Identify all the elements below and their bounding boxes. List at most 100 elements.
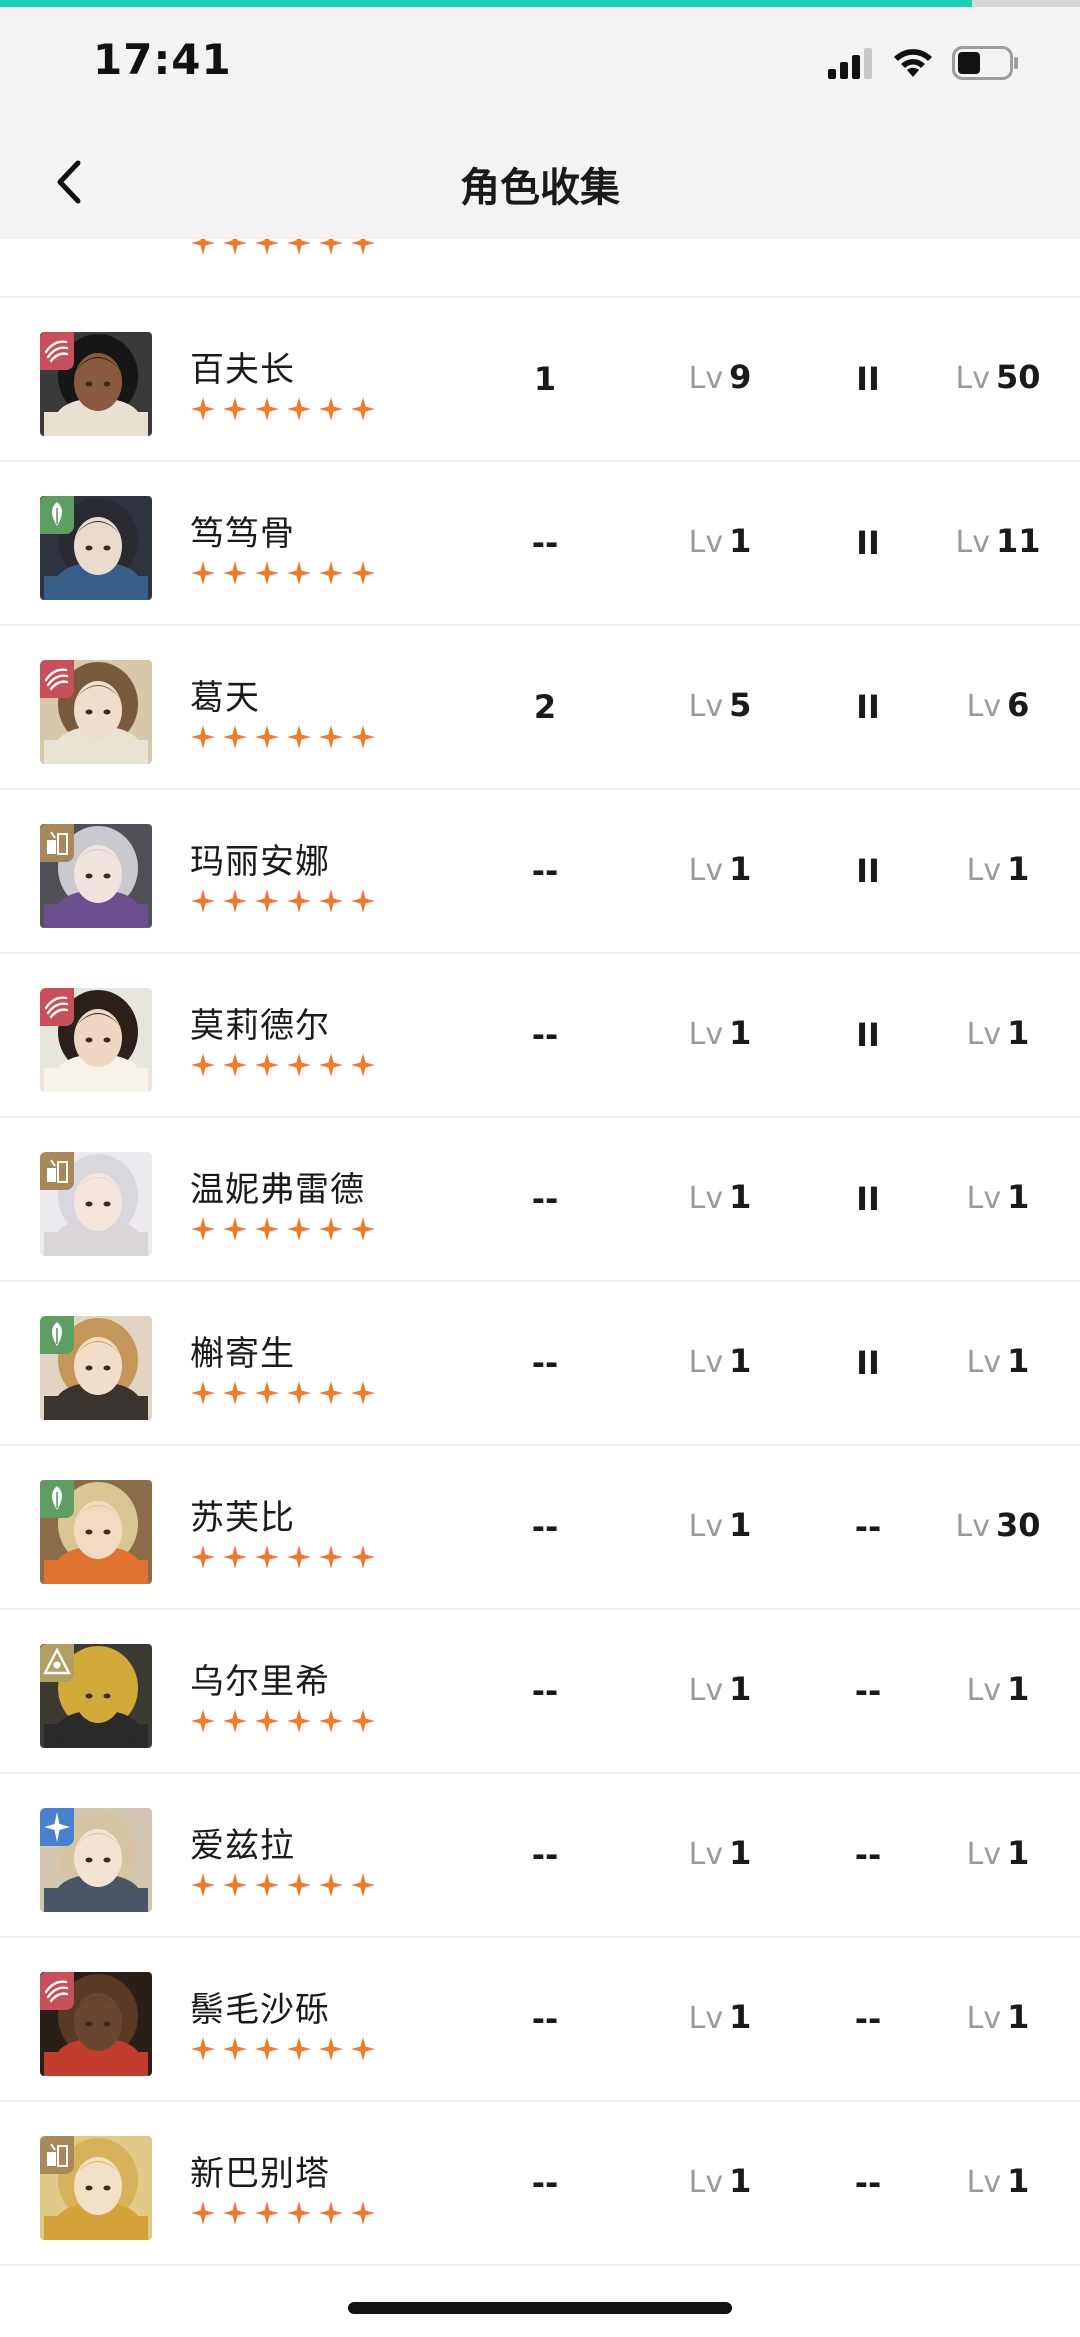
level-cell: Lv 1: [660, 2162, 780, 2200]
resonance-value: 30: [995, 1506, 1041, 1544]
rarity-star-icon: [223, 1217, 247, 1241]
character-row[interactable]: 温妮弗雷德 -- Lv 1 II Lv 1: [0, 1118, 1080, 1282]
rarity-star-icon: [319, 1545, 343, 1569]
character-row[interactable]: 莫莉德尔 -- Lv 1 II Lv 1: [0, 954, 1080, 1118]
rarity-star-icon: [191, 561, 215, 585]
insight-value: --: [854, 1836, 882, 1874]
rarity-stars: [190, 1708, 376, 1734]
rarity-star-icon: [255, 725, 279, 749]
rarity-star-icon: [191, 1873, 215, 1897]
character-portrait: [40, 660, 152, 764]
character-name: 玛丽安娜: [190, 842, 330, 882]
resonance-value: 6: [1007, 686, 1030, 724]
resonance-cell: Lv 1: [938, 2162, 1058, 2200]
resonance-cell: Lv 1: [938, 1670, 1058, 1708]
level-prefix: Lv: [688, 1345, 724, 1380]
character-list[interactable]: 百夫长 1 Lv 9 II Lv 50 笃笃骨 -- Lv 1 II Lv 11 葛天 2 Lv 5 II Lv 6 玛丽…: [0, 166, 1080, 2266]
mineral-element-icon: [47, 2143, 68, 2167]
character-row[interactable]: 槲寄生 -- Lv 1 II Lv 1: [0, 1282, 1080, 1446]
rarity-star-icon: [351, 1709, 375, 1733]
rarity-stars: [190, 1544, 376, 1570]
element-badge: [40, 660, 74, 698]
level-value: 1: [729, 1342, 752, 1380]
level-prefix: Lv: [688, 689, 724, 724]
level-prefix: Lv: [966, 1017, 1002, 1052]
resonance-cell: Lv 1: [938, 850, 1058, 888]
rarity-star-icon: [351, 2201, 375, 2225]
character-name: 槲寄生: [190, 1334, 295, 1374]
rarity-star-icon: [319, 1709, 343, 1733]
element-badge: [40, 496, 74, 534]
character-row[interactable]: 苏芙比 -- Lv 1 -- Lv 30: [0, 1446, 1080, 1610]
character-name: 新巴别塔: [190, 2154, 330, 2194]
rarity-star-icon: [223, 397, 247, 421]
character-portrait: [40, 2136, 152, 2240]
rarity-stars: [190, 724, 376, 750]
rarity-star-icon: [223, 725, 247, 749]
character-row[interactable]: 爱兹拉 -- Lv 1 -- Lv 1: [0, 1774, 1080, 1938]
rarity-star-icon: [191, 1381, 215, 1405]
character-row[interactable]: 鬃毛沙砾 -- Lv 1 -- Lv 1: [0, 1938, 1080, 2102]
rarity-star-icon: [351, 1873, 375, 1897]
level-prefix: Lv: [966, 853, 1002, 888]
status-time: 17:41: [93, 35, 232, 84]
character-row[interactable]: 新巴别塔 -- Lv 1 -- Lv 1: [0, 2102, 1080, 2266]
level-cell: Lv 9: [660, 358, 780, 396]
character-row[interactable]: 百夫长 1 Lv 9 II Lv 50: [0, 298, 1080, 462]
resonance-cell: Lv 11: [938, 522, 1058, 560]
rarity-star-icon: [351, 1217, 375, 1241]
awaken-value: --: [531, 1508, 559, 1546]
rarity-stars: [190, 1380, 376, 1406]
level-prefix: Lv: [688, 361, 724, 396]
character-name: 爱兹拉: [190, 1826, 295, 1866]
rarity-star-icon: [319, 725, 343, 749]
insight-value: II: [856, 852, 880, 890]
insight-value: --: [854, 2164, 882, 2202]
resonance-cell: Lv 6: [938, 686, 1058, 724]
element-badge: [40, 1644, 74, 1682]
character-row[interactable]: 葛天 2 Lv 5 II Lv 6: [0, 626, 1080, 790]
character-row[interactable]: 玛丽安娜 -- Lv 1 II Lv 1: [0, 790, 1080, 954]
rarity-star-icon: [191, 1217, 215, 1241]
home-indicator[interactable]: [348, 2302, 732, 2314]
resonance-value: 1: [1007, 1670, 1030, 1708]
rarity-stars: [190, 2036, 376, 2062]
rarity-star-icon: [287, 2201, 311, 2225]
rarity-stars: [190, 396, 376, 422]
level-value: 5: [729, 686, 752, 724]
insight-value: --: [854, 1672, 882, 1710]
rarity-star-icon: [191, 397, 215, 421]
character-row[interactable]: 乌尔里希 -- Lv 1 -- Lv 1: [0, 1610, 1080, 1774]
insight-value: II: [856, 1344, 880, 1382]
rarity-star-icon: [255, 1545, 279, 1569]
rarity-star-icon: [223, 2037, 247, 2061]
element-badge: [40, 988, 74, 1026]
rarity-star-icon: [351, 1053, 375, 1077]
rarity-stars: [190, 2200, 376, 2226]
resonance-value: 1: [1007, 2162, 1030, 2200]
rarity-star-icon: [287, 397, 311, 421]
level-cell: Lv 1: [660, 1506, 780, 1544]
rarity-star-icon: [255, 1217, 279, 1241]
rarity-star-icon: [287, 1053, 311, 1077]
level-value: 1: [729, 1998, 752, 2036]
status-icons: [828, 43, 1020, 83]
level-cell: Lv 1: [660, 1342, 780, 1380]
level-value: 1: [729, 522, 752, 560]
resonance-value: 1: [1007, 1834, 1030, 1872]
character-row[interactable]: 笃笃骨 -- Lv 1 II Lv 11: [0, 462, 1080, 626]
rarity-star-icon: [287, 2037, 311, 2061]
level-value: 1: [729, 2162, 752, 2200]
element-badge: [40, 824, 74, 862]
character-name: 莫莉德尔: [190, 1006, 330, 1046]
insight-value: --: [854, 2000, 882, 2038]
rarity-star-icon: [351, 397, 375, 421]
awaken-value: 1: [533, 360, 557, 398]
level-value: 1: [729, 1014, 752, 1052]
rarity-star-icon: [255, 561, 279, 585]
character-name: 笃笃骨: [190, 514, 295, 554]
character-name: 百夫长: [190, 350, 295, 390]
rarity-star-icon: [351, 561, 375, 585]
level-cell: Lv 1: [660, 1014, 780, 1052]
app-header: 17:41 角色收集: [0, 7, 1080, 239]
